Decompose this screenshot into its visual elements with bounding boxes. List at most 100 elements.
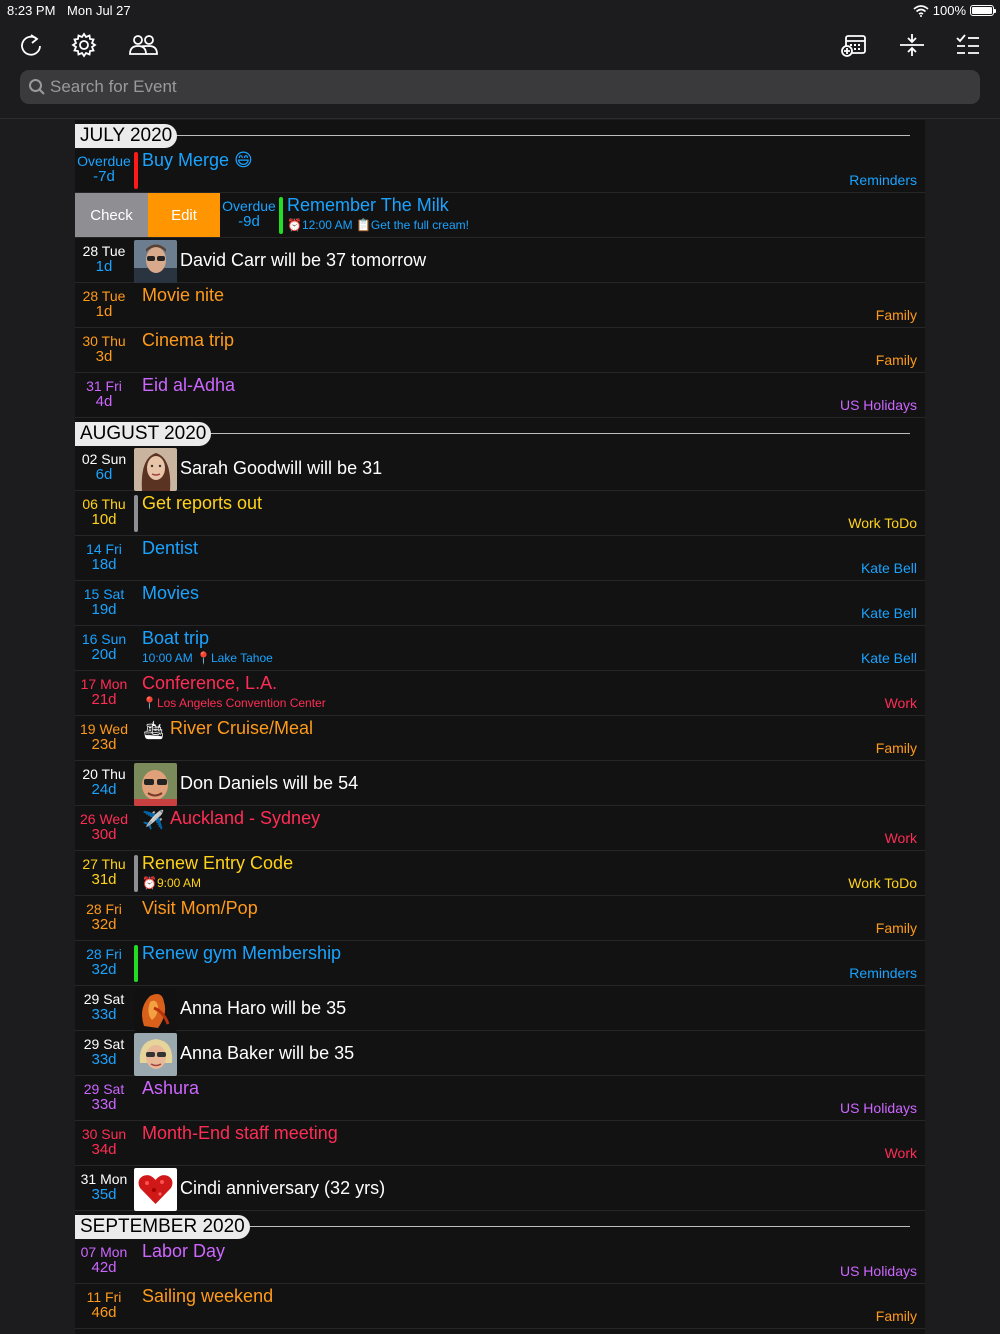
event-day: 28 Tue (82, 288, 126, 304)
birthday-row[interactable]: 29 Sat 33d Anna Haro will be 35 (75, 986, 925, 1031)
event-day: 15 Sat (83, 586, 125, 602)
calendar-name: Family (875, 740, 917, 756)
birthday-row[interactable]: 31 Mon 35d Cindi anniversary (32 yrs) (75, 1166, 925, 1211)
event-title: Eid al-Adha (142, 375, 236, 395)
event-countdown: 3d (95, 348, 113, 365)
event-day: 26 Wed (80, 811, 128, 827)
event-day: 29 Sat (83, 1081, 125, 1097)
event-row[interactable]: Check Edit Overdue -9d Remember The Milk ⏰12:… (75, 193, 925, 238)
contact-photo (134, 240, 177, 283)
event-list[interactable]: JULY 2020 Overdue -7d Buy Merge 😄 Reminders C… (75, 120, 925, 1334)
event-title: Boat trip (142, 628, 210, 648)
event-title: Auckland - Sydney (170, 808, 321, 828)
event-day: 30 Thu (82, 333, 126, 349)
event-day: 29 Sat (83, 1036, 125, 1052)
event-row[interactable]: 15 Sat 19d Movies Kate Bell (75, 581, 925, 626)
event-date: 28 Fri 32d (75, 946, 133, 978)
event-title: Dentist (142, 538, 199, 558)
search-input[interactable] (50, 77, 950, 97)
search-bar[interactable] (20, 70, 980, 104)
birthday-row[interactable]: 02 Sun 6d Sarah Goodwill will be 31 (75, 446, 925, 491)
event-row[interactable]: 30 Sun 34d Month-End staff meeting Work (75, 1121, 925, 1166)
event-row[interactable]: 11 Fri 46d Sailing weekend Family (75, 1284, 925, 1329)
refresh-icon[interactable] (16, 30, 46, 60)
calendar-color-bar (134, 152, 138, 189)
event-day: 28 Tue (82, 243, 126, 259)
month-label: SEPTEMBER 2020 (75, 1215, 250, 1239)
calendar-color-bar (134, 855, 138, 892)
calendar-add-icon[interactable] (839, 30, 869, 60)
status-date: Mon Jul 27 (67, 3, 131, 18)
event-row[interactable]: 19 Wed 23d 🛳 River Cruise/Meal Family (75, 716, 925, 761)
event-day: 31 Mon (80, 1171, 128, 1187)
event-row[interactable]: 14 Fri 18d Dentist Kate Bell (75, 536, 925, 581)
event-date: 29 Sat 33d (75, 1081, 133, 1113)
event-date: 31 Mon 35d (75, 1171, 133, 1203)
event-countdown: 18d (91, 556, 117, 573)
event-row[interactable]: 06 Thu 10d Get reports out Work ToDo (75, 491, 925, 536)
event-row[interactable]: 31 Fri 4d Eid al-Adha US Holidays (75, 373, 925, 418)
gear-icon[interactable] (69, 30, 99, 60)
event-countdown: 33d (91, 1006, 117, 1023)
event-countdown: 1d (95, 303, 113, 320)
expand-collapse-icon[interactable] (897, 30, 927, 60)
event-date: 16 Sun 20d (75, 631, 133, 663)
contact-photo (134, 1033, 177, 1076)
event-date: Overdue -9d (220, 198, 278, 230)
event-details: 📍Los Angeles Convention Center (142, 696, 326, 710)
event-countdown: 10d (91, 511, 117, 528)
event-date: 02 Sun 6d (75, 451, 133, 483)
event-row[interactable]: 26 Wed 30d ✈️ Auckland - Sydney Work (75, 806, 925, 851)
contact-photo (134, 763, 177, 806)
event-title: Sarah Goodwill will be 31 (180, 458, 383, 478)
event-row[interactable]: 16 Sun 20d Boat trip 10:00 AM 📍Lake Tahoe Ka… (75, 626, 925, 671)
contact-photo (134, 988, 177, 1031)
event-row[interactable]: Overdue -7d Buy Merge 😄 Reminders (75, 148, 925, 193)
event-day: 07 Mon (80, 1244, 128, 1260)
calendar-name: Kate Bell (860, 650, 917, 666)
event-date: 29 Sat 33d (75, 991, 133, 1023)
checklist-icon[interactable] (953, 30, 983, 60)
month-label: JULY 2020 (75, 124, 178, 148)
month-label: AUGUST 2020 (75, 422, 212, 446)
event-row[interactable]: 29 Sat 33d Ashura US Holidays (75, 1076, 925, 1121)
event-row[interactable]: 28 Tue 1d Movie nite Family (75, 283, 925, 328)
birthday-row[interactable]: 28 Tue 1d David Carr will be 37 tomorrow (75, 238, 925, 283)
event-date: 19 Wed 23d (75, 721, 133, 753)
event-row[interactable]: 30 Thu 3d Cinema trip Family (75, 328, 925, 373)
calendar-name: US Holidays (839, 397, 917, 413)
event-day: 16 Sun (81, 631, 127, 647)
airplane-icon: ✈️ (142, 810, 165, 830)
event-row[interactable]: 17 Mon 21d Conference, L.A. 📍Los Angeles Co… (75, 671, 925, 716)
event-countdown: 4d (95, 393, 113, 410)
event-countdown: 31d (91, 871, 117, 888)
event-row[interactable]: 28 Fri 32d Visit Mom/Pop Family (75, 896, 925, 941)
calendar-name: Family (875, 1308, 917, 1324)
event-row[interactable]: 28 Fri 32d Renew gym Membership Reminders (75, 941, 925, 986)
event-title: Don Daniels will be 54 (180, 773, 359, 793)
event-title: Month-End staff meeting (142, 1123, 338, 1143)
people-icon[interactable] (127, 30, 159, 60)
event-countdown: 24d (91, 781, 117, 798)
event-day: 11 Fri (86, 1289, 122, 1305)
event-day: 06 Thu (82, 496, 126, 512)
event-row[interactable]: 07 Mon 42d Labor Day US Holidays (75, 1239, 925, 1284)
event-date: 31 Fri 4d (75, 378, 133, 410)
check-button[interactable]: Check (75, 193, 148, 237)
calendar-name: Kate Bell (860, 560, 917, 576)
calendar-name: Family (875, 307, 917, 323)
event-countdown: 30d (91, 826, 117, 843)
event-date: 30 Sun 34d (75, 1126, 133, 1158)
event-row[interactable]: 27 Thu 31d Renew Entry Code ⏰9:00 AM Work To… (75, 851, 925, 896)
birthday-row[interactable]: 29 Sat 33d Anna Baker will be 35 (75, 1031, 925, 1076)
edit-button[interactable]: Edit (148, 193, 220, 237)
birthday-row[interactable]: 20 Thu 24d Don Daniels will be 54 (75, 761, 925, 806)
event-title: David Carr will be 37 tomorrow (180, 250, 427, 270)
event-title: Visit Mom/Pop (142, 898, 258, 918)
contact-photo (134, 1168, 177, 1211)
calendar-name: Family (875, 352, 917, 368)
event-details: ⏰9:00 AM (142, 876, 201, 890)
event-title: Cindi anniversary (32 yrs) (180, 1178, 386, 1198)
event-title: Labor Day (142, 1241, 226, 1261)
event-date: 07 Mon 42d (75, 1244, 133, 1276)
